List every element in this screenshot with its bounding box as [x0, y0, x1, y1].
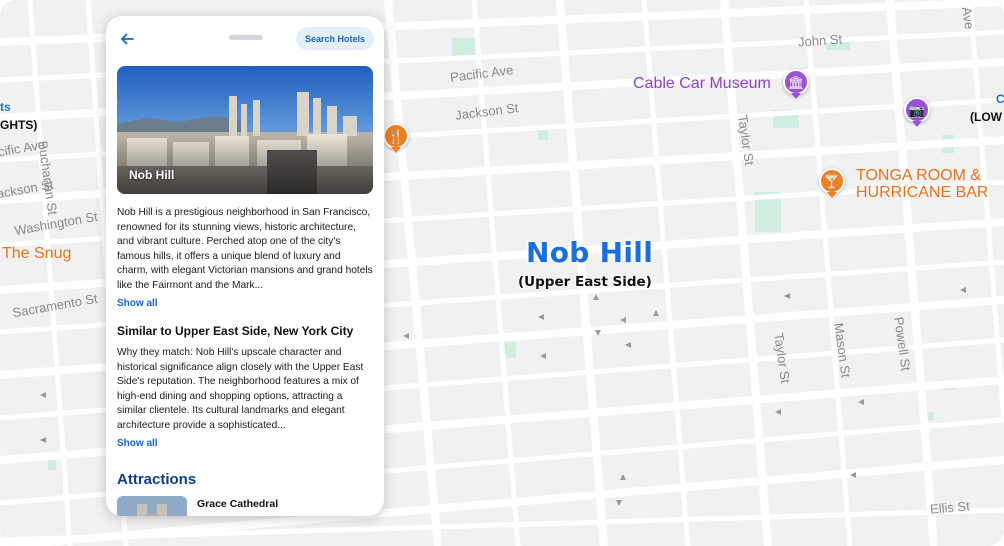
- search-hotels-button[interactable]: Search Hotels: [295, 27, 374, 50]
- cocktail-icon: 🍸: [823, 173, 841, 189]
- attractions-heading: Attractions: [117, 471, 197, 488]
- restaurant-icon: 🍴: [387, 128, 405, 144]
- edge-label-right-dark: (LOW: [970, 110, 1002, 124]
- hero-image: Nob Hill: [117, 66, 373, 194]
- edge-label-left-blue: ts: [0, 100, 11, 114]
- similar-title: Similar to Upper East Side, New York Cit…: [117, 324, 354, 338]
- neighborhood-panel[interactable]: Search Hotels Nob Hill Nob Hill is a pre…: [106, 16, 384, 516]
- restaurant-pin[interactable]: 🍴: [383, 123, 409, 149]
- neighborhood-subtitle-label: (Upper East Side): [518, 274, 652, 290]
- camera-icon: 📷: [908, 102, 926, 118]
- arrow-left-icon: [121, 33, 134, 45]
- panel-body[interactable]: Nob Hill Nob Hill is a prestigious neigh…: [106, 60, 384, 516]
- edge-label-right-blue: C: [996, 92, 1004, 106]
- panel-header: Search Hotels: [106, 16, 384, 60]
- similar-description: Why they match: Nob Hill's upscale chara…: [117, 347, 364, 431]
- camera-pin[interactable]: 📷: [904, 97, 930, 123]
- hero-title: Nob Hill: [129, 168, 175, 182]
- poi-label-tonga-room-line2[interactable]: HURRICANE BAR: [856, 184, 988, 202]
- street-label-john: John St: [797, 31, 843, 50]
- neighborhood-name-label: Nob Hill: [526, 236, 654, 269]
- poi-label-the-snug[interactable]: The Snug: [2, 245, 71, 263]
- neighborhood-description: Nob Hill is a prestigious neighborhood i…: [117, 207, 373, 291]
- attraction-thumbnail: [117, 496, 187, 516]
- poi-label-tonga-room-line1[interactable]: TONGA ROOM &: [856, 167, 981, 185]
- edge-label-left-dark: GHTS): [0, 118, 38, 132]
- attraction-item[interactable]: Grace Cathedral: [117, 496, 373, 516]
- street-label-ave-top-right: Ave: [959, 6, 978, 31]
- map-view[interactable]: John St Pacific Ave Jackson St Pacific A…: [0, 0, 1004, 546]
- attraction-name: Grace Cathedral: [197, 498, 279, 510]
- cocktail-pin[interactable]: 🍸: [819, 168, 845, 194]
- back-button[interactable]: [116, 28, 138, 50]
- museum-icon: 🏛: [787, 74, 805, 90]
- show-all-description-link[interactable]: Show all: [117, 298, 158, 309]
- show-all-similar-link[interactable]: Show all: [117, 438, 158, 449]
- drag-handle[interactable]: [229, 35, 263, 40]
- museum-pin[interactable]: 🏛: [783, 69, 809, 95]
- poi-label-cable-car-museum[interactable]: Cable Car Museum: [633, 75, 771, 93]
